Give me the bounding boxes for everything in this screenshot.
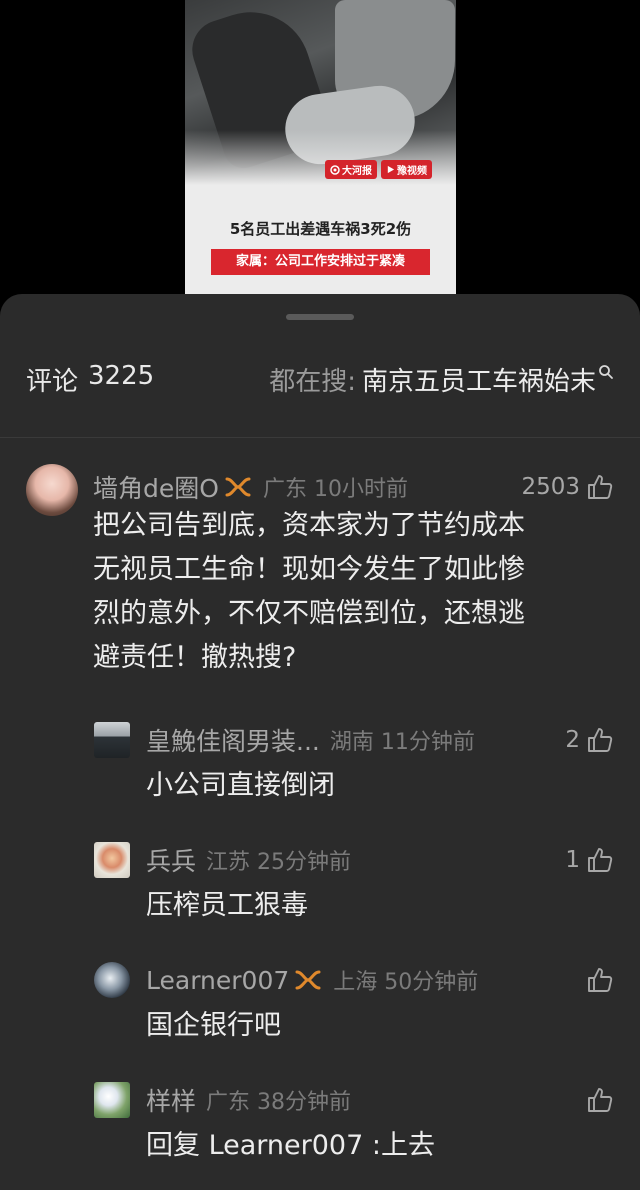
video-logo-row: 大河报 豫视频: [325, 160, 432, 179]
comments-label: 评论: [26, 366, 79, 397]
reply-item: 样样 广东 38分钟前 回复 Learner007 :上去: [0, 1080, 640, 1180]
vip-badge-icon: [225, 477, 251, 497]
reply-item: Learner007 上海 50分钟前 国企银行吧: [0, 960, 640, 1060]
reply-meta: 样样 广东 38分钟前: [146, 1082, 351, 1118]
location: 广东: [206, 1090, 251, 1115]
thumbs-up-icon: [588, 848, 613, 872]
time: 10小时前: [313, 477, 408, 502]
like-count: 2: [565, 727, 580, 753]
like-button[interactable]: 1: [565, 842, 614, 878]
like-button[interactable]: [586, 962, 614, 998]
reply-text: 回复 Learner007 :上去: [146, 1130, 435, 1161]
time: 38分钟前: [257, 1090, 352, 1115]
comment-text-line: 烈的意外，不仅不赔偿到位，还想逃: [93, 598, 525, 629]
location: 上海: [333, 970, 378, 995]
video-thumbnail[interactable]: 大河报 豫视频 5名员工出差遇车祸3死2伤 家属：公司工作安排过于紧凑: [185, 0, 456, 294]
location-time: 江苏 25分钟前: [206, 844, 351, 876]
time: 11分钟前: [380, 730, 475, 755]
search-icon: [599, 365, 613, 379]
time: 25分钟前: [257, 850, 352, 875]
reply-text: 压榨员工狠毒: [146, 890, 308, 921]
reply-text: 小公司直接倒闭: [146, 770, 335, 801]
location-time: 广东 38分钟前: [206, 1084, 351, 1116]
comment-sheet-header: 评论 3225 都在搜: 南京五员工车祸始末: [0, 344, 640, 414]
thumbs-up-icon: [588, 475, 613, 499]
like-button[interactable]: 2: [565, 722, 614, 758]
comment-sheet: 评论 3225 都在搜: 南京五员工车祸始末 墙角de圈O 广东 10小时前 2…: [0, 294, 640, 1190]
avatar[interactable]: [94, 962, 130, 998]
location: 江苏: [206, 850, 251, 875]
reply-text: 国企银行吧: [146, 1010, 281, 1041]
reply-meta: 皇鮸佳阁男装... 湖南 11分钟前: [146, 722, 475, 758]
hot-search-term: 南京五员工车祸始末: [361, 366, 596, 397]
username[interactable]: 墙角de圈O: [93, 469, 219, 505]
username[interactable]: 样样: [146, 1082, 196, 1118]
logo-dahebao: 大河报: [325, 160, 377, 179]
logo-secondary-text: 豫视频: [397, 166, 427, 177]
like-button[interactable]: 2503: [521, 469, 614, 505]
reply-item: 兵兵 江苏 25分钟前 1 压榨员工狠毒: [0, 840, 640, 940]
comments-count: 3225: [88, 360, 155, 391]
video-caption-title: 5名员工出差遇车祸3死2伤: [229, 220, 412, 238]
location-time: 广东 10小时前: [263, 471, 408, 503]
comment-text-line: 无视员工生命！现如今发生了如此惨: [93, 554, 525, 585]
thumbs-up-icon: [588, 968, 613, 992]
comment-text-line: 把公司告到底，资本家为了节约成本: [93, 510, 525, 541]
reply-item: 皇鮸佳阁男装... 湖南 11分钟前 2 小公司直接倒闭: [0, 720, 640, 820]
location-time: 湖南 11分钟前: [330, 724, 475, 756]
comments-count-label: 评论 3225: [26, 361, 154, 398]
thumbs-up-icon: [588, 728, 613, 752]
hot-search-link[interactable]: 都在搜: 南京五员工车祸始末: [269, 361, 614, 398]
username[interactable]: 兵兵: [146, 842, 196, 878]
play-icon: [387, 165, 395, 174]
like-count: 1: [565, 847, 580, 873]
screen: 大河报 豫视频 5名员工出差遇车祸3死2伤 家属：公司工作安排过于紧凑 评论 3…: [0, 0, 640, 1190]
hot-search-label: 都在搜:: [269, 366, 356, 397]
comment-meta: 墙角de圈O 广东 10小时前: [93, 469, 408, 505]
avatar[interactable]: [94, 842, 130, 878]
comment-text-line: 避责任！撤热搜?: [93, 642, 297, 673]
comment-text: 把公司告到底，资本家为了节约成本 无视员工生命！现如今发生了如此惨 烈的意外，不…: [93, 504, 525, 680]
time: 50分钟前: [384, 970, 479, 995]
like-count: 2503: [521, 474, 580, 500]
avatar[interactable]: [26, 464, 78, 516]
username[interactable]: 皇鮸佳阁男装...: [146, 722, 320, 758]
drag-handle[interactable]: [286, 314, 354, 320]
vip-badge-icon: [295, 970, 321, 990]
location: 湖南: [329, 730, 374, 755]
avatar[interactable]: [94, 1082, 130, 1118]
location: 广东: [262, 477, 307, 502]
comment-item: 墙角de圈O 广东 10小时前 2503 把公司告到底，资本家为了节约成本 无视…: [0, 464, 640, 704]
thumbs-up-icon: [588, 1088, 613, 1112]
location-time: 上海 50分钟前: [333, 964, 478, 996]
video-scene-image: [185, 0, 456, 185]
reply-meta: 兵兵 江苏 25分钟前: [146, 842, 351, 878]
swirl-logo-icon: [330, 164, 340, 175]
avatar[interactable]: [94, 722, 130, 758]
logo-yushipin: 豫视频: [381, 160, 432, 179]
username[interactable]: Learner007: [146, 966, 289, 995]
header-divider: [0, 437, 640, 438]
reply-meta: Learner007 上海 50分钟前: [146, 962, 478, 998]
like-button[interactable]: [586, 1082, 614, 1118]
video-caption-sub: 家属：公司工作安排过于紧凑: [211, 249, 430, 275]
logo-primary-text: 大河报: [342, 166, 372, 177]
